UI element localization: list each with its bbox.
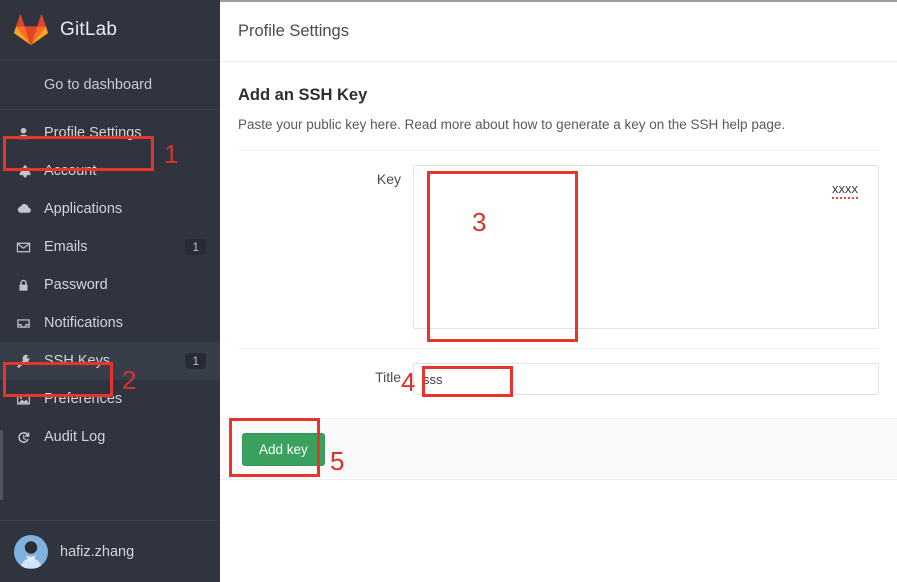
sidebar-item-label: Applications [44,201,123,217]
sidebar-item-audit-log[interactable]: Audit Log [0,418,220,456]
key-field-label: Key [376,171,401,187]
sidebar-user-name: hafiz.zhang [60,543,135,560]
brand-name: GitLab [60,18,118,40]
sidebar-user-profile[interactable]: hafiz.zhang [0,520,220,582]
key-field-control [413,165,879,334]
sidebar-item-label: Password [44,277,108,293]
sidebar-item-label: Audit Log [44,429,106,445]
sidebar-item-emails[interactable]: Emails 1 [0,228,220,266]
gitlab-tanuki-icon [14,13,48,47]
sidebar-item-label: SSH Keys [44,353,111,369]
key-form-row: Key [238,150,879,348]
ssh-help-page-link[interactable]: SSH help page [691,117,782,132]
sidebar-item-applications[interactable]: Applications [0,190,220,228]
sidebar-item-label: Preferences [44,391,123,407]
sidebar-item-label: Account [44,163,97,179]
title-input[interactable] [413,363,879,395]
form-footer: Add key [220,418,897,480]
sidebar-nav: Profile Settings Account Applications Em… [0,110,220,456]
sidebar-item-label: Emails [44,239,88,255]
inbox-icon [16,316,42,331]
title-field-label: Title [375,369,401,385]
sidebar-item-profile-settings[interactable]: Profile Settings [0,114,220,152]
sidebar-item-account[interactable]: Account [0,152,220,190]
sidebar-item-notifications[interactable]: Notifications [0,304,220,342]
gear-icon [16,164,42,179]
content-area: Add an SSH Key Paste your public key her… [220,62,897,409]
brand-header[interactable]: GitLab [0,0,220,60]
history-clock-icon [16,430,42,445]
envelope-icon [16,240,42,255]
description-text-after: . [781,117,786,132]
user-icon [16,126,42,141]
page-title: Profile Settings [220,2,897,62]
sidebar-item-preferences[interactable]: Preferences [0,380,220,418]
avatar [14,534,48,569]
app-window: GitLab Go to dashboard Profile Settings … [0,0,897,582]
image-icon [16,392,42,407]
sidebar-item-ssh-keys[interactable]: SSH Keys 1 [0,342,220,380]
main-content: Profile Settings Add an SSH Key Paste yo… [220,0,897,582]
key-icon [16,353,42,369]
section-title: Add an SSH Key [238,86,368,104]
sidebar-badge-emails: 1 [185,239,206,255]
key-textarea[interactable] [413,165,879,329]
sidebar-item-label: Profile Settings [44,125,142,141]
description-text-before: Paste your public key here. Read more ab… [238,117,691,132]
sidebar: GitLab Go to dashboard Profile Settings … [0,0,220,582]
cloud-icon [16,201,42,217]
lock-icon [16,278,42,293]
sidebar-item-password[interactable]: Password [0,266,220,304]
title-field-control [413,363,879,395]
add-key-button[interactable]: Add key [242,432,325,466]
sidebar-badge-ssh-keys: 1 [185,353,206,369]
sidebar-item-label: Notifications [44,315,123,331]
section-description: Paste your public key here. Read more ab… [238,117,879,132]
title-form-row: Title [238,348,879,409]
go-to-dashboard-link[interactable]: Go to dashboard [0,60,220,110]
sidebar-scrollbar[interactable] [0,430,3,500]
